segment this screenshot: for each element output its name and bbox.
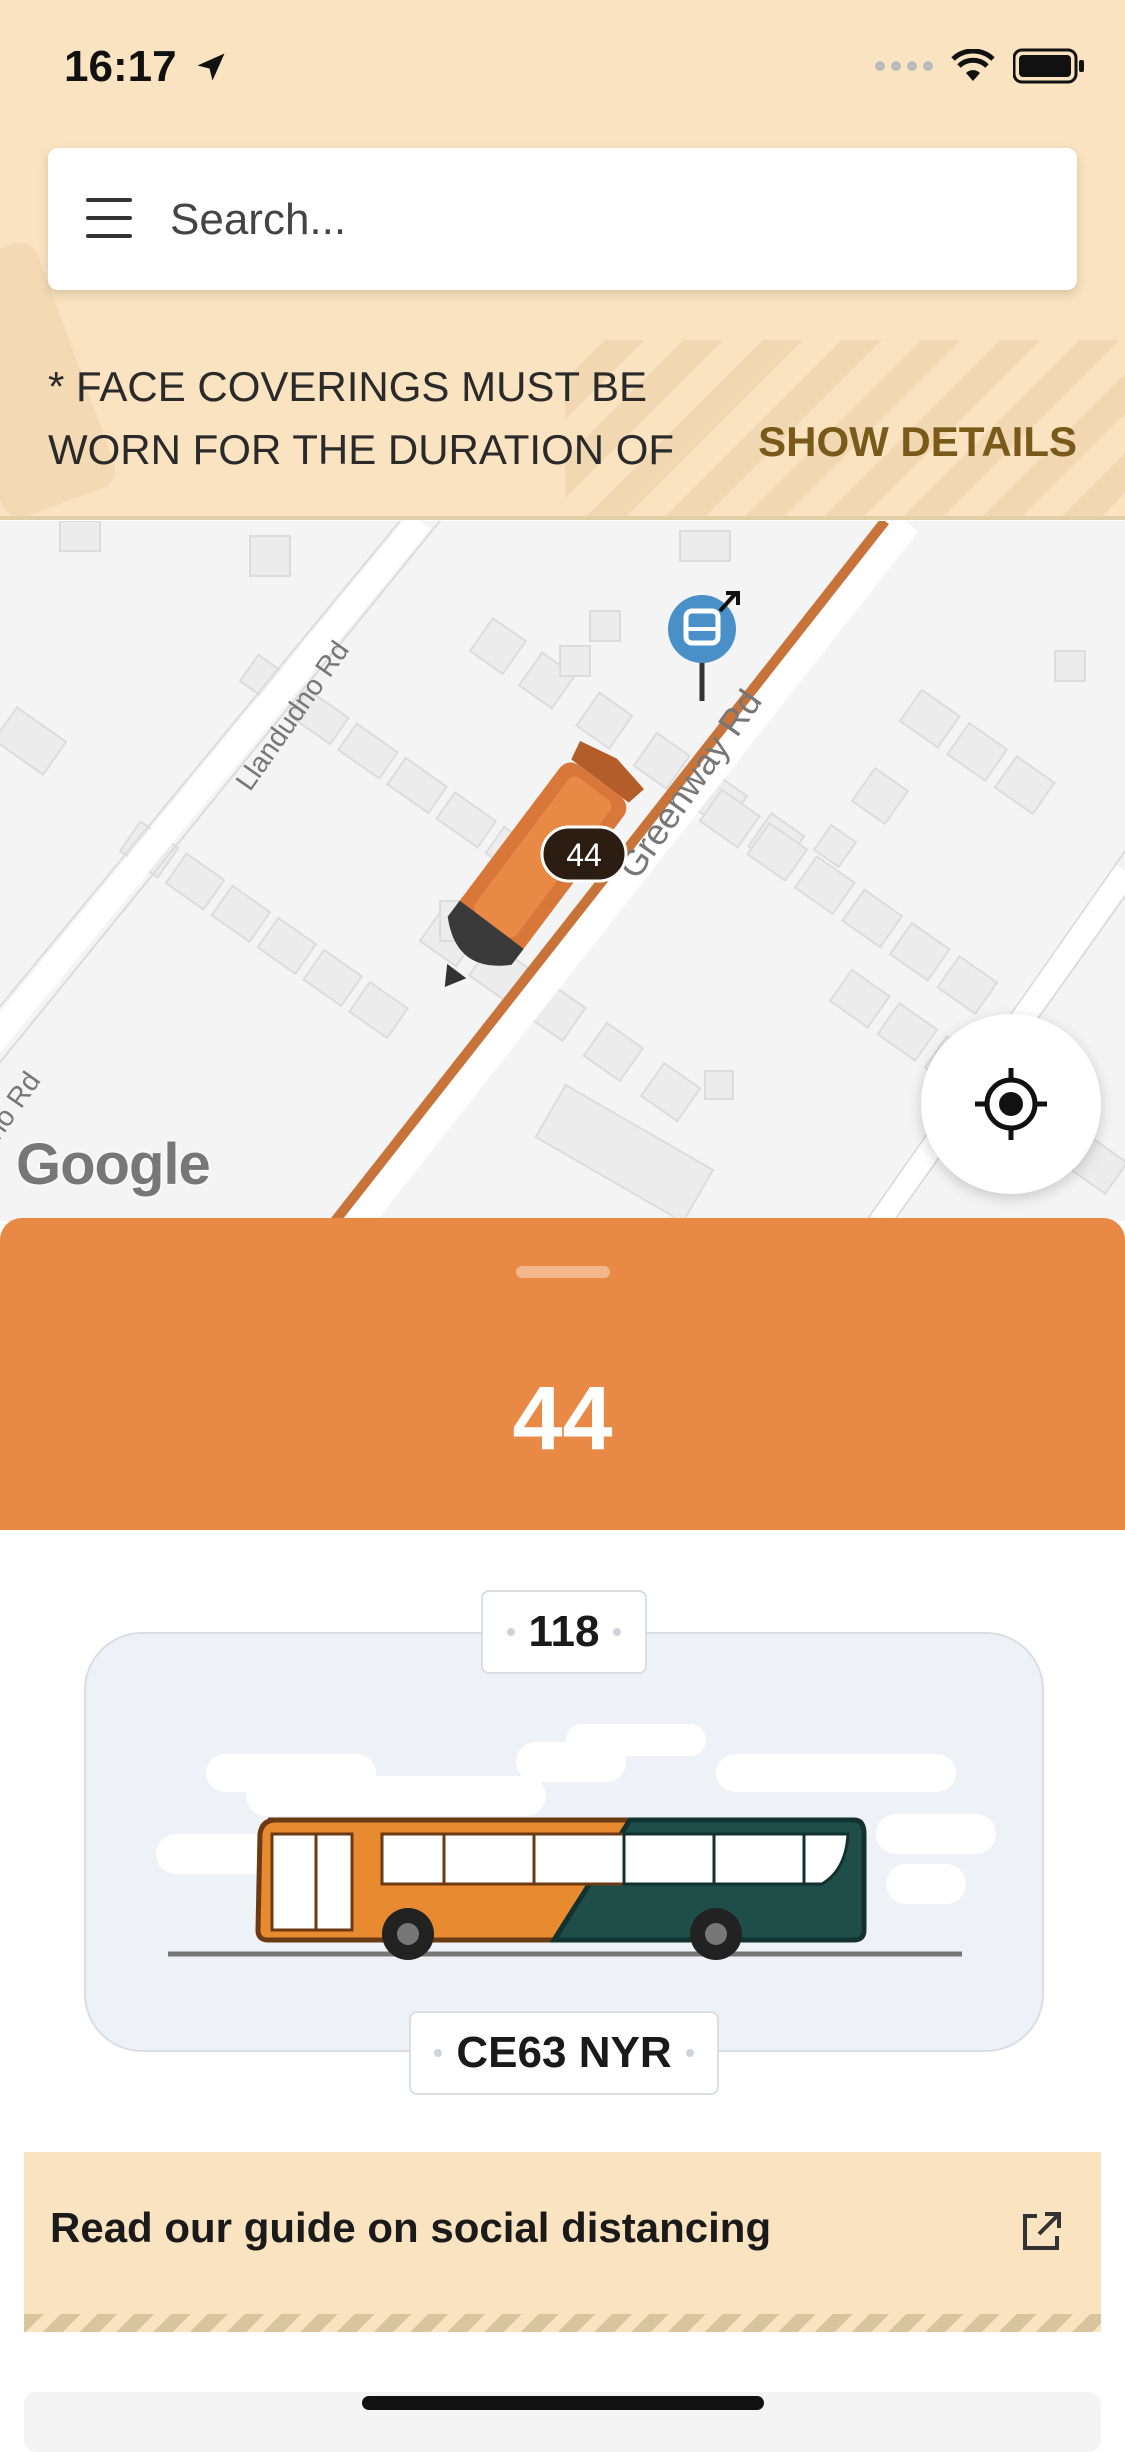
fleet-number: 118 bbox=[528, 1607, 600, 1656]
svg-text:44: 44 bbox=[566, 837, 602, 873]
header: 16:17 * FACE COVERINGS MUST BE WORN FOR … bbox=[0, 0, 1125, 520]
vehicle-card bbox=[84, 1632, 1044, 2052]
hamburger-menu-icon[interactable] bbox=[86, 198, 132, 238]
drag-handle[interactable] bbox=[516, 1266, 610, 1278]
crosshair-icon bbox=[975, 1068, 1047, 1140]
route-sheet[interactable]: 44 bbox=[0, 1218, 1125, 1530]
fleet-number-badge: 118 bbox=[481, 1590, 647, 1674]
registration-plate: CE63 NYR bbox=[409, 2011, 719, 2095]
location-arrow-icon bbox=[197, 53, 225, 81]
google-attribution: Google bbox=[16, 1132, 211, 1197]
guide-stripe bbox=[24, 2314, 1101, 2332]
status-time: 16:17 bbox=[64, 42, 229, 92]
bus-illustration bbox=[168, 1817, 962, 1960]
show-details-button[interactable]: SHOW DETAILS bbox=[758, 418, 1077, 466]
wifi-icon bbox=[951, 49, 995, 81]
status-icons bbox=[875, 48, 1085, 84]
my-location-button[interactable] bbox=[921, 1014, 1101, 1194]
social-distancing-guide-link[interactable]: Read our guide on social distancing bbox=[24, 2152, 1101, 2332]
external-link-icon bbox=[1023, 2212, 1061, 2250]
search-bar bbox=[48, 148, 1077, 290]
battery-icon bbox=[1013, 48, 1084, 84]
home-indicator[interactable] bbox=[362, 2396, 764, 2410]
cellular-signal-icon bbox=[875, 61, 933, 71]
header-divider bbox=[0, 516, 1125, 520]
guide-label: Read our guide on social distancing bbox=[50, 2204, 772, 2251]
search-input[interactable] bbox=[168, 184, 1032, 256]
bus-marker-badge: 44 bbox=[540, 825, 628, 883]
route-number: 44 bbox=[512, 1369, 613, 1469]
registration-number: CE63 NYR bbox=[456, 2028, 672, 2077]
notice-text: * FACE COVERINGS MUST BE WORN FOR THE DU… bbox=[48, 363, 675, 473]
map[interactable]: Llandudno Rd Greenway Rd no Rd 44 Google bbox=[0, 521, 1125, 1221]
